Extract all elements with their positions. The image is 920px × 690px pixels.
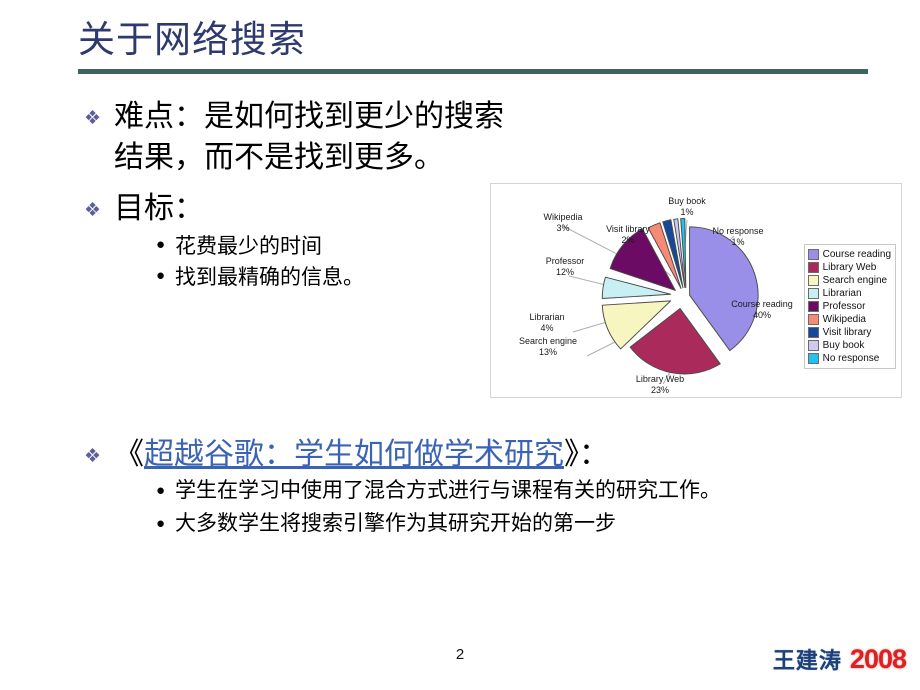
legend-label: No response xyxy=(822,353,880,364)
callout-pct: 1% xyxy=(680,207,694,217)
callout-name: Professor xyxy=(545,256,585,266)
legend-item: No response xyxy=(807,352,891,365)
legend-item: Wikipedia xyxy=(807,313,891,326)
dot-bullet-icon: ● xyxy=(156,516,166,532)
legend-swatch-icon xyxy=(807,262,819,273)
bullet-book: ❖ 《超越谷歌：学生如何做学术研究》： xyxy=(84,434,874,475)
list-item: ● 找到最精确的信息。 xyxy=(156,262,504,292)
title-divider xyxy=(78,69,868,74)
brand-logo: 王建涛 2008 xyxy=(772,643,907,675)
legend-swatch-icon xyxy=(807,301,819,312)
brand-year: 2008 xyxy=(849,644,907,674)
bullet-goal-group: ❖ 目标： ● 花费最少的时间 ● 找到最精确的信息。 xyxy=(84,188,504,292)
legend-swatch-icon xyxy=(807,340,819,351)
dot-bullet-icon: ● xyxy=(156,483,166,499)
goal-item-label: 花费最少的时间 xyxy=(175,234,322,258)
legend-item: Buy book xyxy=(807,339,891,352)
legend-item: Search engine xyxy=(807,274,891,287)
legend-label: Wikipedia xyxy=(822,314,866,325)
title-block: 关于网络搜索 xyxy=(78,18,868,64)
legend-label: Search engine xyxy=(822,275,888,286)
callout-pct: 4% xyxy=(540,323,554,333)
legend-item: Librarian xyxy=(807,287,891,300)
legend-swatch-icon xyxy=(807,327,819,338)
book-item-label: 学生在学习中使用了混合方式进行与课程有关的研究工作。 xyxy=(175,478,721,502)
pie-callout-no-response: No response 1% xyxy=(696,226,780,248)
pie-callout-buy-book: Buy book 1% xyxy=(651,196,723,218)
callout-pct: 13% xyxy=(538,347,557,357)
bullet-goal: ❖ 目标： xyxy=(84,188,504,229)
pie-chart-figure: Wikipedia 3% Visit library 2% Buy book 1… xyxy=(490,183,902,398)
legend-swatch-icon xyxy=(807,353,819,364)
list-item: ● 大多数学生将搜索引擎作为其研究开始的第一步 xyxy=(156,510,856,537)
pie-callout-course-reading: Course reading 40% xyxy=(719,299,805,321)
legend-swatch-icon xyxy=(807,288,819,299)
bullet-difficulty: ❖ 难点：是如何找到更少的搜索结果，而不是找到更多。 xyxy=(84,96,504,178)
book-colon: ： xyxy=(579,438,609,471)
bullet-book-group: ❖ 《超越谷歌：学生如何做学术研究》： ● 学生在学习中使用了混合方式进行与课程… xyxy=(84,434,874,538)
bullet-difficulty-label: 难点：是如何找到更少的搜索结果，而不是找到更多。 xyxy=(114,100,504,174)
callout-name: Librarian xyxy=(529,312,565,322)
list-item: ● 学生在学习中使用了混合方式进行与课程有关的研究工作。 xyxy=(156,477,856,504)
legend-label: Library Web xyxy=(822,262,877,273)
legend-item: Visit library xyxy=(807,326,891,339)
callout-pct: 23% xyxy=(650,385,669,395)
legend-label: Buy book xyxy=(822,340,865,351)
diamond-bullet-icon: ❖ xyxy=(84,200,102,221)
slide-canvas: 关于网络搜索 ❖ 难点：是如何找到更少的搜索结果，而不是找到更多。 ❖ 目标： … xyxy=(0,0,920,690)
dot-bullet-icon: ● xyxy=(156,268,166,284)
pie-callout-visit-library: Visit library 2% xyxy=(591,224,665,246)
book-hyperlink[interactable]: 超越谷歌：学生如何做学术研究 xyxy=(144,438,564,471)
page-title: 关于网络搜索 xyxy=(78,20,306,61)
book-open-quote: 《 xyxy=(114,438,144,471)
callout-name: Wikipedia xyxy=(543,212,583,222)
pie-callout-professor: Professor 12% xyxy=(529,256,601,278)
callout-pct: 12% xyxy=(555,267,574,277)
pie-chart-inner: Wikipedia 3% Visit library 2% Buy book 1… xyxy=(491,184,901,397)
pie-callout-librarian: Librarian 4% xyxy=(513,312,581,334)
callout-pct: 2% xyxy=(621,235,635,245)
list-item: ● 花费最少的时间 xyxy=(156,231,504,261)
legend-label: Professor xyxy=(822,301,866,312)
brand-name: 王建涛 xyxy=(772,648,842,673)
diamond-bullet-icon: ❖ xyxy=(84,446,102,467)
callout-name: Library Web xyxy=(635,374,685,384)
pie-callout-search-engine: Search engine 13% xyxy=(503,336,593,358)
legend-swatch-icon xyxy=(807,314,819,325)
chart-legend: Course reading Library Web Search engine… xyxy=(803,244,896,369)
legend-item: Course reading xyxy=(807,248,891,261)
bullet-goal-label: 目标： xyxy=(114,192,204,225)
callout-pct: 40% xyxy=(752,310,771,320)
legend-item: Professor xyxy=(807,300,891,313)
callout-name: Buy book xyxy=(668,196,706,206)
content-body: ❖ 难点：是如何找到更少的搜索结果，而不是找到更多。 ❖ 目标： ● 花费最少的… xyxy=(84,96,504,293)
legend-label: Visit library xyxy=(822,327,872,338)
pie-callout-library-web: Library Web 23% xyxy=(619,374,701,396)
legend-swatch-icon xyxy=(807,249,819,260)
book-close-quote: 》 xyxy=(564,438,579,471)
callout-pct: 1% xyxy=(731,237,745,247)
pie-callout-wikipedia: Wikipedia 3% xyxy=(525,212,601,234)
legend-swatch-icon xyxy=(807,275,819,286)
goal-sub-list: ● 花费最少的时间 ● 找到最精确的信息。 xyxy=(156,231,504,292)
goal-item-label: 找到最精确的信息。 xyxy=(175,265,364,289)
callout-pct: 3% xyxy=(556,223,570,233)
callout-name: Visit library xyxy=(606,224,650,234)
book-item-label: 大多数学生将搜索引擎作为其研究开始的第一步 xyxy=(175,511,616,535)
dot-bullet-icon: ● xyxy=(156,237,166,253)
book-sub-list: ● 学生在学习中使用了混合方式进行与课程有关的研究工作。 ● 大多数学生将搜索引… xyxy=(156,477,856,537)
bullet-book-label: 《超越谷歌：学生如何做学术研究》： xyxy=(114,434,874,475)
legend-item: Library Web xyxy=(807,261,891,274)
callout-name: Course reading xyxy=(731,299,793,309)
legend-label: Librarian xyxy=(822,288,862,299)
callout-name: Search engine xyxy=(518,336,578,346)
callout-name: No response xyxy=(712,226,764,236)
legend-label: Course reading xyxy=(822,249,891,260)
diamond-bullet-icon: ❖ xyxy=(84,108,102,129)
